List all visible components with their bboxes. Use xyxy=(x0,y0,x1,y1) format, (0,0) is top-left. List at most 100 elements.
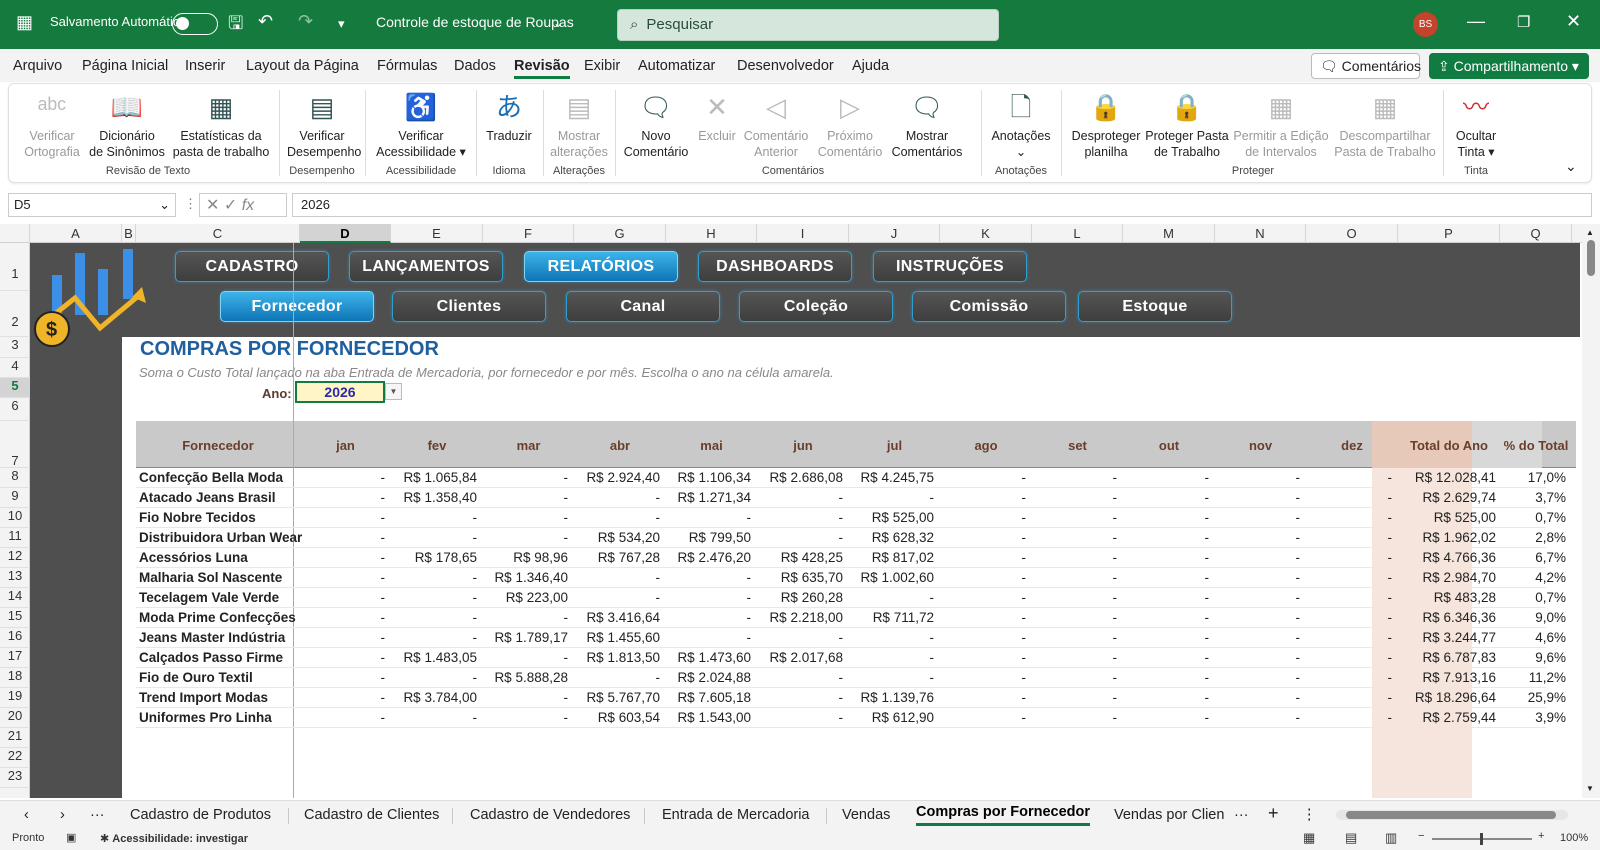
value-cell[interactable]: - xyxy=(940,710,1027,725)
supplier-name-cell[interactable]: Calçados Passo Firme xyxy=(139,650,300,665)
value-cell[interactable]: - xyxy=(574,490,661,505)
translate-button[interactable]: あ Traduzir xyxy=(483,90,535,144)
value-cell[interactable]: - xyxy=(666,610,752,625)
value-cell[interactable]: R$ 711,72 xyxy=(849,610,934,625)
nav-dashboards-button[interactable]: DASHBOARDS xyxy=(698,251,852,282)
value-cell[interactable]: R$ 6.787,83 xyxy=(1398,650,1496,665)
menu-formulas[interactable]: Fórmulas xyxy=(377,58,437,74)
value-cell[interactable]: - xyxy=(940,690,1027,705)
value-cell[interactable]: - xyxy=(1306,690,1393,705)
value-cell[interactable]: R$ 1.346,40 xyxy=(483,570,568,585)
accessibility-status[interactable]: ✱ Acessibilidade: investigar xyxy=(100,832,248,845)
col-header-n[interactable]: N xyxy=(1215,224,1306,243)
unprotect-sheet-button[interactable]: 🔒 Desproteger planilha xyxy=(1069,90,1143,160)
value-cell[interactable]: R$ 2.476,20 xyxy=(666,550,751,565)
row-header[interactable]: 17 xyxy=(0,648,30,668)
name-box[interactable]: D5 ⌄ xyxy=(8,193,176,217)
value-cell[interactable]: R$ 12.028,41 xyxy=(1398,470,1496,485)
supplier-name-cell[interactable]: Jeans Master Indústria xyxy=(139,630,300,645)
value-cell[interactable]: - xyxy=(1215,690,1301,705)
tab-scroll-right-icon[interactable]: › xyxy=(60,807,65,823)
value-cell[interactable]: 0,7% xyxy=(1500,590,1566,605)
value-cell[interactable]: 2,8% xyxy=(1500,530,1566,545)
supplier-name-cell[interactable]: Moda Prime Confecções xyxy=(139,610,300,625)
value-cell[interactable]: - xyxy=(940,650,1027,665)
value-cell[interactable]: - xyxy=(300,530,386,545)
value-cell[interactable]: - xyxy=(757,710,844,725)
col-header-a[interactable]: A xyxy=(30,224,122,243)
value-cell[interactable]: - xyxy=(300,650,386,665)
value-cell[interactable]: - xyxy=(300,710,386,725)
value-cell[interactable]: - xyxy=(849,630,935,645)
close-icon[interactable]: ✕ xyxy=(1566,11,1581,32)
undo-icon[interactable]: ↶ xyxy=(258,11,273,32)
value-cell[interactable]: R$ 3.784,00 xyxy=(391,690,477,705)
scroll-up-icon[interactable]: ▲ xyxy=(1586,228,1594,237)
value-cell[interactable]: - xyxy=(300,690,386,705)
value-cell[interactable]: R$ 2.686,08 xyxy=(757,470,843,485)
supplier-name-cell[interactable]: Fio Nobre Tecidos xyxy=(139,510,300,525)
hide-ink-button[interactable]: 〰 Ocultar Tinta ▾ xyxy=(1451,90,1501,160)
row-header[interactable]: 18 xyxy=(0,668,30,688)
value-cell[interactable]: R$ 4.766,36 xyxy=(1398,550,1496,565)
allow-edit-ranges-button[interactable]: ▦ Permitir a Edição de Intervalos xyxy=(1233,90,1329,160)
value-cell[interactable]: R$ 483,28 xyxy=(1398,590,1496,605)
value-cell[interactable]: 3,7% xyxy=(1500,490,1566,505)
select-all-corner[interactable] xyxy=(0,224,30,243)
value-cell[interactable]: R$ 767,28 xyxy=(574,550,660,565)
value-cell[interactable]: - xyxy=(940,630,1027,645)
col-header-j[interactable]: J xyxy=(849,224,940,243)
supplier-name-cell[interactable]: Distribuidora Urban Wear xyxy=(139,530,302,545)
workbook-name[interactable]: Controle de estoque de Roupas xyxy=(376,14,574,30)
value-cell[interactable]: - xyxy=(849,650,935,665)
page-layout-icon[interactable]: ▤ xyxy=(1345,830,1357,846)
value-cell[interactable]: R$ 603,54 xyxy=(574,710,660,725)
fx-icon[interactable]: fx xyxy=(242,197,254,214)
zoom-level[interactable]: 100% xyxy=(1560,832,1588,844)
menu-automatizar[interactable]: Automatizar xyxy=(638,58,715,74)
value-cell[interactable]: - xyxy=(849,490,935,505)
col-header-q[interactable]: Q xyxy=(1500,224,1572,243)
subnav-clientes-button[interactable]: Clientes xyxy=(392,291,546,322)
value-cell[interactable]: R$ 2.024,88 xyxy=(666,670,751,685)
value-cell[interactable]: R$ 4.245,75 xyxy=(849,470,934,485)
value-cell[interactable]: - xyxy=(1306,490,1393,505)
spelling-button[interactable]: ᵃᵇᶜ Verificar Ortografia xyxy=(23,90,81,160)
nav-lancamentos-button[interactable]: LANÇAMENTOS xyxy=(349,251,503,282)
value-cell[interactable]: - xyxy=(574,510,661,525)
search-box[interactable]: ⌕ Pesquisar xyxy=(617,9,999,41)
col-header-b[interactable]: B xyxy=(122,224,136,243)
value-cell[interactable]: - xyxy=(574,570,661,585)
page-break-icon[interactable]: ▥ xyxy=(1385,830,1397,846)
zoom-slider-thumb[interactable] xyxy=(1480,833,1483,845)
value-cell[interactable]: - xyxy=(300,470,386,485)
menu-arquivo[interactable]: Arquivo xyxy=(13,58,62,74)
row-header[interactable]: 3 xyxy=(0,337,30,358)
value-cell[interactable]: R$ 7.605,18 xyxy=(666,690,751,705)
row-header[interactable]: 21 xyxy=(0,728,30,748)
value-cell[interactable]: 6,7% xyxy=(1500,550,1566,565)
value-cell[interactable]: - xyxy=(483,650,569,665)
previous-comment-button[interactable]: ◁ Comentário Anterior xyxy=(741,90,811,160)
value-cell[interactable]: - xyxy=(1123,550,1210,565)
sheet-area[interactable]: $ CADASTRO LANÇAMENTOS RELATÓRIOS DASHBO… xyxy=(30,243,1582,798)
value-cell[interactable]: - xyxy=(1123,610,1210,625)
value-cell[interactable]: R$ 799,50 xyxy=(666,530,751,545)
value-cell[interactable]: R$ 428,25 xyxy=(757,550,843,565)
workbook-stats-button[interactable]: ▦ Estatísticas da pasta de trabalho xyxy=(171,90,271,160)
supplier-name-cell[interactable]: Uniformes Pro Linha xyxy=(139,710,300,725)
value-cell[interactable]: - xyxy=(1123,710,1210,725)
sheet-tab[interactable]: Cadastro de Clientes xyxy=(304,807,439,823)
value-cell[interactable]: R$ 534,20 xyxy=(574,530,660,545)
formula-input[interactable]: 2026 xyxy=(292,193,1592,217)
nav-cadastro-button[interactable]: CADASTRO xyxy=(175,251,329,282)
value-cell[interactable]: - xyxy=(1306,670,1393,685)
value-cell[interactable]: - xyxy=(1123,650,1210,665)
value-cell[interactable]: - xyxy=(1032,470,1118,485)
subnav-comissao-button[interactable]: Comissão xyxy=(912,291,1066,322)
value-cell[interactable]: 25,9% xyxy=(1500,690,1566,705)
value-cell[interactable]: R$ 2.629,74 xyxy=(1398,490,1496,505)
value-cell[interactable]: 17,0% xyxy=(1500,470,1566,485)
scroll-down-icon[interactable]: ▼ xyxy=(1586,784,1594,793)
value-cell[interactable]: R$ 6.346,36 xyxy=(1398,610,1496,625)
